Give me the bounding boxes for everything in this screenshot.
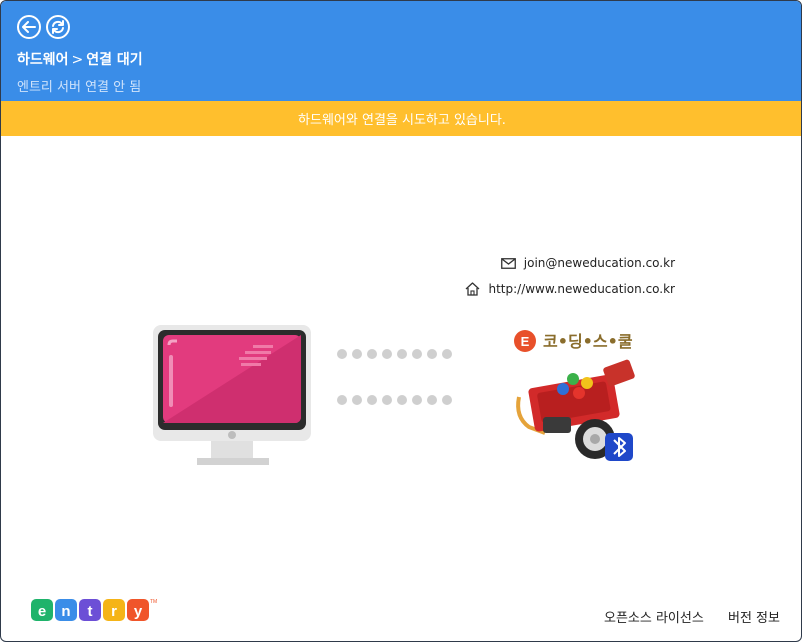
robot-device-image: E 코•딩•스•쿨 (514, 330, 635, 461)
logo-letter-t: t (88, 603, 93, 620)
logo-letter-n: n (61, 603, 70, 620)
svg-text:TM: TM (150, 599, 157, 605)
contact-website: http://www.neweducation.co.kr (465, 282, 675, 296)
mail-icon (500, 257, 516, 269)
email-text: join@neweducation.co.kr (523, 256, 675, 270)
home-icon (466, 282, 480, 296)
app-window: 하드웨어 > 연결 대기 엔트리 서버 연결 안 됨 하드웨어와 연결을 시도하고 … (0, 0, 802, 642)
brand-initial: E (521, 334, 530, 349)
logo-letter-y: y (134, 603, 143, 620)
banner-message: 하드웨어와 연결을 시도하고 있습니다. (298, 113, 506, 128)
connection-banner: 하드웨어와 연결을 시도하고 있습니다. (1, 101, 801, 136)
computer-icon (153, 325, 311, 465)
header: 하드웨어 > 연결 대기 엔트리 서버 연결 안 됨 (1, 1, 801, 101)
refresh-icon (52, 20, 64, 34)
back-arrow-icon (22, 21, 36, 33)
refresh-button[interactable] (46, 15, 70, 39)
breadcrumb-separator: > (71, 52, 84, 68)
breadcrumb-current: 연결 대기 (86, 52, 143, 68)
back-button[interactable] (17, 15, 41, 39)
open-source-license-link[interactable]: 오픈소스 라이선스 (604, 607, 704, 626)
connection-dots-top (337, 349, 452, 359)
logo-letter-r: r (111, 603, 117, 620)
version-info-link[interactable]: 버전 정보 (728, 607, 780, 626)
breadcrumb-root: 하드웨어 (17, 52, 69, 68)
logo-letter-e: e (38, 603, 46, 620)
connection-dots-bottom (337, 395, 452, 405)
brand-name: 코•딩•스•쿨 (543, 332, 633, 351)
breadcrumb: 하드웨어 > 연결 대기 (17, 49, 143, 69)
contact-email: join@neweducation.co.kr (500, 256, 675, 270)
website-link[interactable]: http://www.neweducation.co.kr (488, 282, 675, 296)
entry-logo: e n t r y TM (31, 599, 157, 621)
server-status-text: 엔트리 서버 연결 안 됨 (17, 80, 142, 95)
